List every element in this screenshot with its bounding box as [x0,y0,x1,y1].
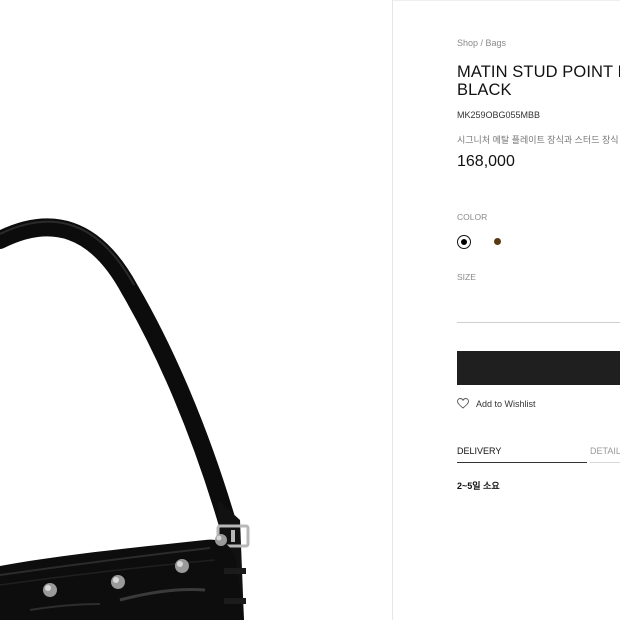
tab-delivery-underline [457,462,587,463]
add-to-wishlist-button[interactable]: Add to Wishlist [457,398,536,409]
buy-now-button[interactable] [457,351,620,385]
panel-divider [392,0,393,620]
size-label: SIZE [457,272,476,282]
tab-detail[interactable]: DETAIL [590,446,620,456]
wishlist-label: Add to Wishlist [476,398,536,409]
product-title-line-2: BLACK [457,81,512,99]
product-info-panel: Shop / Bags MATIN STUD POINT L BLACK MK2… [457,0,620,620]
heart-outline-icon [457,398,469,409]
product-price: 168,000 [457,153,515,170]
product-image[interactable] [0,0,392,620]
product-title: MATIN STUD POINT L BLACK [457,63,620,99]
color-label: COLOR [457,212,488,222]
product-sku: MK259OBG055MBB [457,110,541,120]
delivery-info: 2~5일 소요 [457,481,500,491]
product-title-line-1: MATIN STUD POINT L [457,63,620,81]
product-description: 시그니처 메탈 플레이트 장식과 스터드 장식 [457,135,619,145]
size-select[interactable] [457,322,620,323]
color-swatch-brown[interactable] [494,238,501,245]
color-swatch-black[interactable] [457,235,471,249]
breadcrumb[interactable]: Shop / Bags [457,38,506,48]
black-bag-illustration [0,218,250,620]
tab-delivery[interactable]: DELIVERY [457,446,501,456]
tab-detail-underline [590,462,620,463]
